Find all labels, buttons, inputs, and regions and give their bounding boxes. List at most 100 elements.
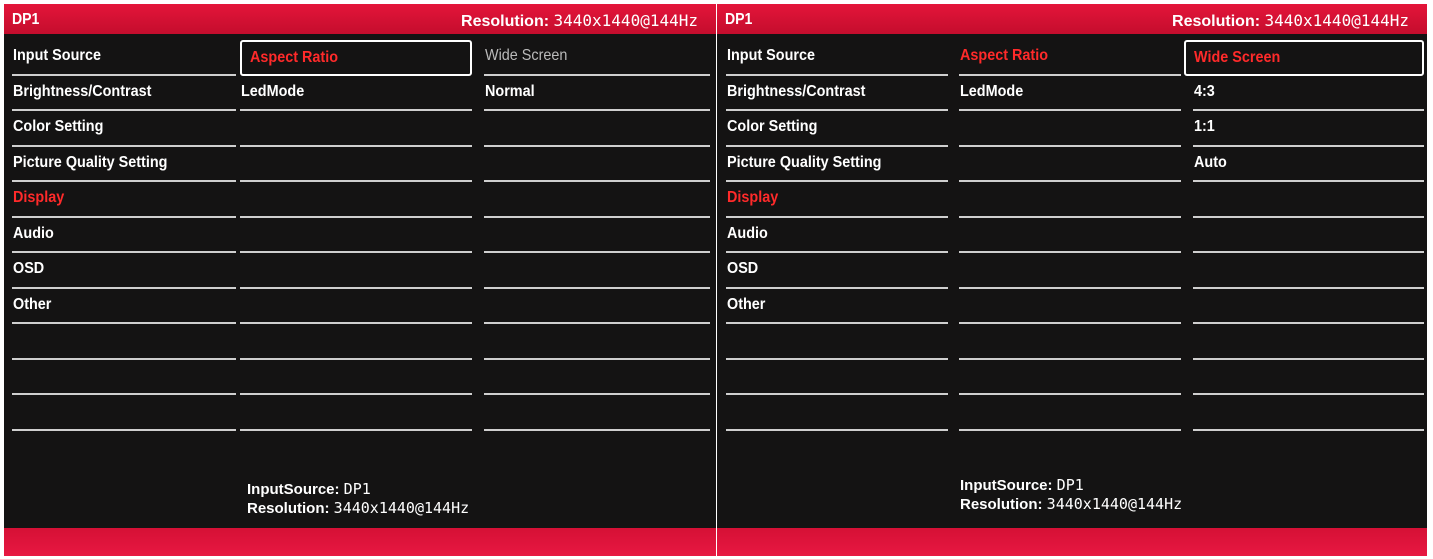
- footer-res-label: Resolution:: [247, 500, 330, 517]
- submenu-item-empty: [959, 182, 1181, 218]
- submenu-item-empty: [240, 395, 472, 431]
- footer-res-value: 3440x1440@144Hz: [1046, 495, 1183, 513]
- footer-input-value: DP1: [1056, 476, 1084, 494]
- header-resolution-label: Resolution:: [1172, 13, 1261, 30]
- menu-item-osd[interactable]: OSD: [726, 253, 948, 289]
- value-item-1-1[interactable]: 1:1: [1193, 111, 1424, 147]
- value-item-empty: [1193, 324, 1424, 360]
- submenu-item-aspect-ratio[interactable]: Aspect Ratio: [959, 40, 1181, 76]
- submenu-item-empty: [959, 360, 1181, 395]
- menu-item-empty: [12, 324, 236, 360]
- main-menu: Input Source Brightness/Contrast Color S…: [726, 40, 948, 431]
- footer-resolution: Resolution: 3440x1440@144Hz: [960, 495, 1182, 514]
- menu-item-picture-quality[interactable]: Picture Quality Setting: [12, 147, 236, 182]
- submenu-item-empty: [240, 289, 472, 324]
- submenu-item-empty: [959, 253, 1181, 289]
- submenu-item-empty: [959, 111, 1181, 147]
- osd-panel-left: DP1 Resolution: 3440x1440@144Hz Input So…: [4, 4, 716, 556]
- submenu-item-empty: [240, 182, 472, 218]
- footer-resolution: Resolution: 3440x1440@144Hz: [247, 499, 469, 518]
- menu-item-brightness-contrast[interactable]: Brightness/Contrast: [12, 76, 236, 111]
- footer-input-label: InputSource:: [960, 477, 1053, 494]
- osd-header-bar: DP1 Resolution: 3440x1440@144Hz: [4, 4, 716, 34]
- footer-info: InputSource: DP1 Resolution: 3440x1440@1…: [247, 480, 469, 518]
- menu-item-color-setting[interactable]: Color Setting: [12, 111, 236, 147]
- value-item-empty: [1193, 395, 1424, 431]
- value-item-empty: [484, 360, 710, 395]
- header-resolution: Resolution: 3440x1440@144Hz: [1172, 11, 1409, 31]
- submenu-item-empty: [240, 253, 472, 289]
- submenu-item-ledmode[interactable]: LedMode: [240, 76, 472, 111]
- menu-item-other[interactable]: Other: [12, 289, 236, 324]
- menu-item-input-source[interactable]: Input Source: [12, 40, 236, 76]
- menu-item-other[interactable]: Other: [726, 289, 948, 324]
- value-item-empty: [484, 111, 710, 147]
- submenu-item-empty: [959, 395, 1181, 431]
- submenu-item-empty: [240, 360, 472, 395]
- value-list: Wide Screen Normal: [484, 40, 710, 431]
- value-item-empty: [1193, 253, 1424, 289]
- submenu-item-empty: [959, 218, 1181, 253]
- submenu-item-empty: [240, 111, 472, 147]
- menu-item-input-source[interactable]: Input Source: [726, 40, 948, 76]
- value-item-auto[interactable]: Auto: [1193, 147, 1424, 182]
- menu-item-empty: [12, 360, 236, 395]
- submenu-item-empty: [240, 324, 472, 360]
- footer-res-value: 3440x1440@144Hz: [333, 499, 470, 517]
- main-menu: Input Source Brightness/Contrast Color S…: [12, 40, 236, 431]
- value-item-empty: [484, 395, 710, 431]
- value-item-empty: [484, 218, 710, 253]
- value-item-wide-screen[interactable]: Wide Screen: [1184, 40, 1424, 76]
- osd-footer-bar: [717, 528, 1427, 556]
- value-item-empty: [1193, 289, 1424, 324]
- osd-header-bar: DP1 Resolution: 3440x1440@144Hz: [717, 4, 1427, 34]
- menu-item-display[interactable]: Display: [12, 182, 236, 218]
- menu-item-picture-quality[interactable]: Picture Quality Setting: [726, 147, 948, 182]
- value-list: Wide Screen 4:3 1:1 Auto: [1184, 40, 1424, 431]
- value-item-empty: [1193, 360, 1424, 395]
- menu-item-audio[interactable]: Audio: [12, 218, 236, 253]
- submenu-item-empty: [240, 218, 472, 253]
- menu-item-empty: [726, 324, 948, 360]
- submenu-item-empty: [959, 324, 1181, 360]
- value-item-normal[interactable]: Normal: [484, 76, 710, 111]
- value-item-empty: [1193, 218, 1424, 253]
- menu-item-empty: [726, 395, 948, 431]
- sub-menu: Aspect Ratio LedMode: [959, 40, 1181, 431]
- value-item-4-3[interactable]: 4:3: [1193, 76, 1424, 111]
- value-item-empty: [1193, 182, 1424, 218]
- submenu-item-empty: [959, 289, 1181, 324]
- menu-item-display[interactable]: Display: [726, 182, 948, 218]
- input-title: DP1: [725, 11, 753, 28]
- value-item-wide-screen[interactable]: Wide Screen: [484, 40, 710, 76]
- submenu-item-ledmode[interactable]: LedMode: [959, 76, 1181, 111]
- header-resolution: Resolution: 3440x1440@144Hz: [461, 11, 698, 31]
- menu-item-color-setting[interactable]: Color Setting: [726, 111, 948, 147]
- footer-info: InputSource: DP1 Resolution: 3440x1440@1…: [960, 476, 1182, 514]
- value-item-empty: [484, 253, 710, 289]
- menu-item-audio[interactable]: Audio: [726, 218, 948, 253]
- menu-item-empty: [12, 395, 236, 431]
- menu-item-empty: [726, 360, 948, 395]
- osd-footer-bar: [4, 528, 716, 556]
- value-item-empty: [484, 324, 710, 360]
- value-item-empty: [484, 182, 710, 218]
- menu-item-brightness-contrast[interactable]: Brightness/Contrast: [726, 76, 948, 111]
- header-resolution-label: Resolution:: [461, 13, 550, 30]
- value-item-empty: [484, 147, 710, 182]
- submenu-item-empty: [240, 147, 472, 182]
- input-title: DP1: [12, 11, 40, 28]
- footer-res-label: Resolution:: [960, 496, 1043, 513]
- sub-menu: Aspect Ratio LedMode: [240, 40, 472, 431]
- value-item-empty: [484, 289, 710, 324]
- menu-item-osd[interactable]: OSD: [12, 253, 236, 289]
- footer-input-value: DP1: [343, 480, 371, 498]
- submenu-item-empty: [959, 147, 1181, 182]
- footer-input-source: InputSource: DP1: [960, 476, 1182, 495]
- submenu-item-aspect-ratio[interactable]: Aspect Ratio: [240, 40, 472, 76]
- header-resolution-value: 3440x1440@144Hz: [1264, 11, 1410, 30]
- header-resolution-value: 3440x1440@144Hz: [553, 11, 699, 30]
- footer-input-source: InputSource: DP1: [247, 480, 469, 499]
- footer-input-label: InputSource:: [247, 481, 340, 498]
- osd-panel-right: DP1 Resolution: 3440x1440@144Hz Input So…: [717, 4, 1427, 556]
